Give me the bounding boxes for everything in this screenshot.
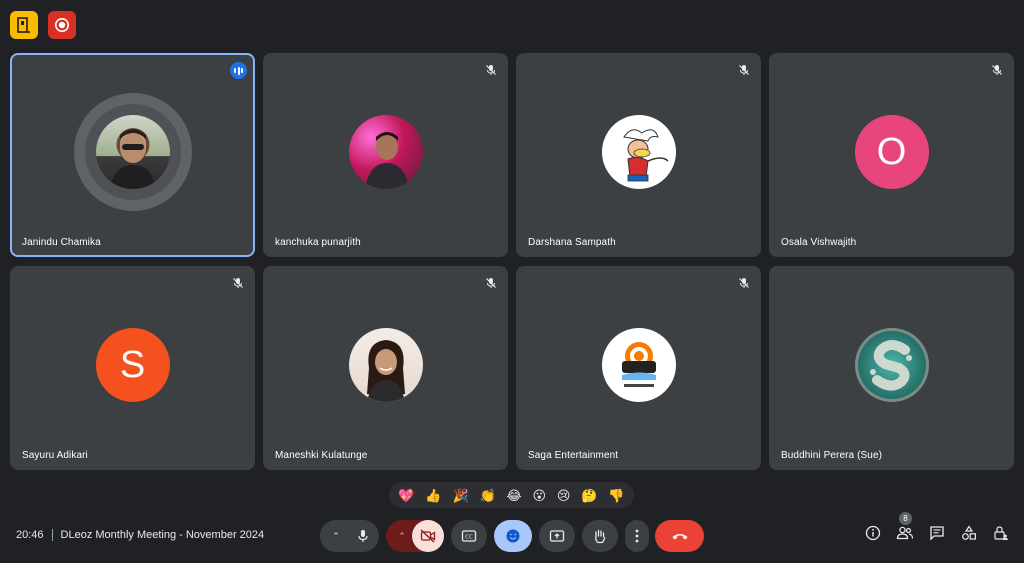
- end-call-button[interactable]: [655, 520, 704, 552]
- reaction-heart[interactable]: 💖: [398, 489, 414, 502]
- saga-logo-icon: [621, 342, 656, 387]
- reaction-surprised[interactable]: 😮: [533, 489, 547, 502]
- people-count-badge: 8: [899, 512, 912, 525]
- present-icon: [549, 530, 565, 542]
- recording-button[interactable]: [48, 11, 76, 39]
- avatar: S: [95, 328, 170, 402]
- activities-button[interactable]: [960, 524, 978, 542]
- chevron-up-icon: ⌃: [332, 530, 340, 541]
- captions-button[interactable]: CC: [451, 520, 487, 552]
- reactions-bar: 💖 👍 🎉 👏 😂 😮 😢 🤔 👎: [389, 482, 634, 508]
- chat-icon: [930, 526, 944, 541]
- participant-name: Saga Entertainment: [528, 450, 619, 461]
- hang-up-icon: [672, 534, 687, 540]
- participant-name: kanchuka punarjith: [275, 237, 361, 248]
- host-controls-icon: [17, 17, 30, 33]
- letter-s-logo-icon: [869, 340, 912, 391]
- avatar: [854, 328, 929, 402]
- mic-off-icon: [483, 275, 499, 291]
- info-icon: [865, 525, 881, 541]
- reactions-button[interactable]: [494, 520, 532, 552]
- chevron-up-icon: ⌃: [398, 530, 406, 541]
- more-vertical-icon: [635, 529, 639, 543]
- participant-tile[interactable]: Buddhini Perera (Sue): [769, 266, 1014, 470]
- avatar: O: [854, 115, 929, 189]
- participant-name: Maneshki Kulatunge: [275, 450, 368, 461]
- avatar-letter: O: [876, 130, 907, 173]
- host-controls-button[interactable]: [10, 11, 38, 39]
- microphone-icon: [358, 530, 368, 542]
- emoji-icon: [506, 529, 520, 543]
- avatar: [601, 115, 676, 189]
- svg-text:CC: CC: [465, 535, 473, 541]
- camera-off-icon: [420, 529, 436, 543]
- participant-tile[interactable]: O Osala Vishwajith: [769, 53, 1014, 257]
- participant-grid: Janindu Chamika kanchuka punarjith Darsh…: [10, 53, 1014, 470]
- participant-tile[interactable]: kanchuka punarjith: [263, 53, 508, 257]
- avatar: [95, 115, 170, 189]
- reaction-thumbs-down[interactable]: 👎: [608, 489, 624, 502]
- meeting-details-button[interactable]: [864, 524, 882, 542]
- participant-name: Sayuru Adikari: [22, 450, 88, 461]
- participant-name: Janindu Chamika: [22, 237, 101, 248]
- hand-icon: [595, 529, 606, 544]
- participant-tile[interactable]: Darshana Sampath: [516, 53, 761, 257]
- raise-hand-button[interactable]: [582, 520, 618, 552]
- avatar: [348, 115, 423, 189]
- reaction-thinking[interactable]: 🤔: [581, 489, 597, 502]
- participant-tile[interactable]: Saga Entertainment: [516, 266, 761, 470]
- participant-tile[interactable]: Janindu Chamika: [10, 53, 255, 257]
- speaking-indicator-icon: [230, 62, 247, 79]
- shapes-icon: [962, 525, 976, 540]
- chat-button[interactable]: [928, 524, 946, 542]
- top-bar: [10, 11, 76, 39]
- participant-name: Darshana Sampath: [528, 237, 616, 248]
- mic-off-icon: [989, 62, 1005, 78]
- reaction-laugh[interactable]: 😂: [506, 489, 521, 502]
- mic-off-icon: [736, 62, 752, 78]
- avatar: [601, 328, 676, 402]
- present-screen-button[interactable]: [539, 520, 575, 552]
- side-panel-controls: 8: [864, 512, 1010, 542]
- avatar: [348, 328, 423, 402]
- reaction-clap[interactable]: 👏: [479, 489, 495, 502]
- camera-button[interactable]: [412, 520, 444, 552]
- participant-tile[interactable]: Maneshki Kulatunge: [263, 266, 508, 470]
- participant-name: Osala Vishwajith: [781, 237, 857, 248]
- host-controls-lock-button[interactable]: [992, 524, 1010, 542]
- closed-captions-icon: CC: [461, 530, 477, 542]
- avatar-letter: S: [119, 343, 146, 386]
- record-icon: [55, 18, 69, 32]
- participant-tile[interactable]: S Sayuru Adikari: [10, 266, 255, 470]
- people-icon: [896, 526, 914, 540]
- microphone-button[interactable]: [347, 520, 379, 552]
- reaction-party[interactable]: 🎉: [452, 489, 468, 502]
- mic-off-icon: [736, 275, 752, 291]
- reaction-thumbs-up[interactable]: 👍: [425, 489, 441, 502]
- mic-off-icon: [483, 62, 499, 78]
- people-button[interactable]: 8: [896, 512, 914, 542]
- lock-person-icon: [994, 526, 1008, 540]
- mic-off-icon: [230, 275, 246, 291]
- reaction-sad[interactable]: 😢: [557, 489, 571, 502]
- participant-name: Buddhini Perera (Sue): [781, 450, 883, 461]
- more-options-button[interactable]: [625, 520, 649, 552]
